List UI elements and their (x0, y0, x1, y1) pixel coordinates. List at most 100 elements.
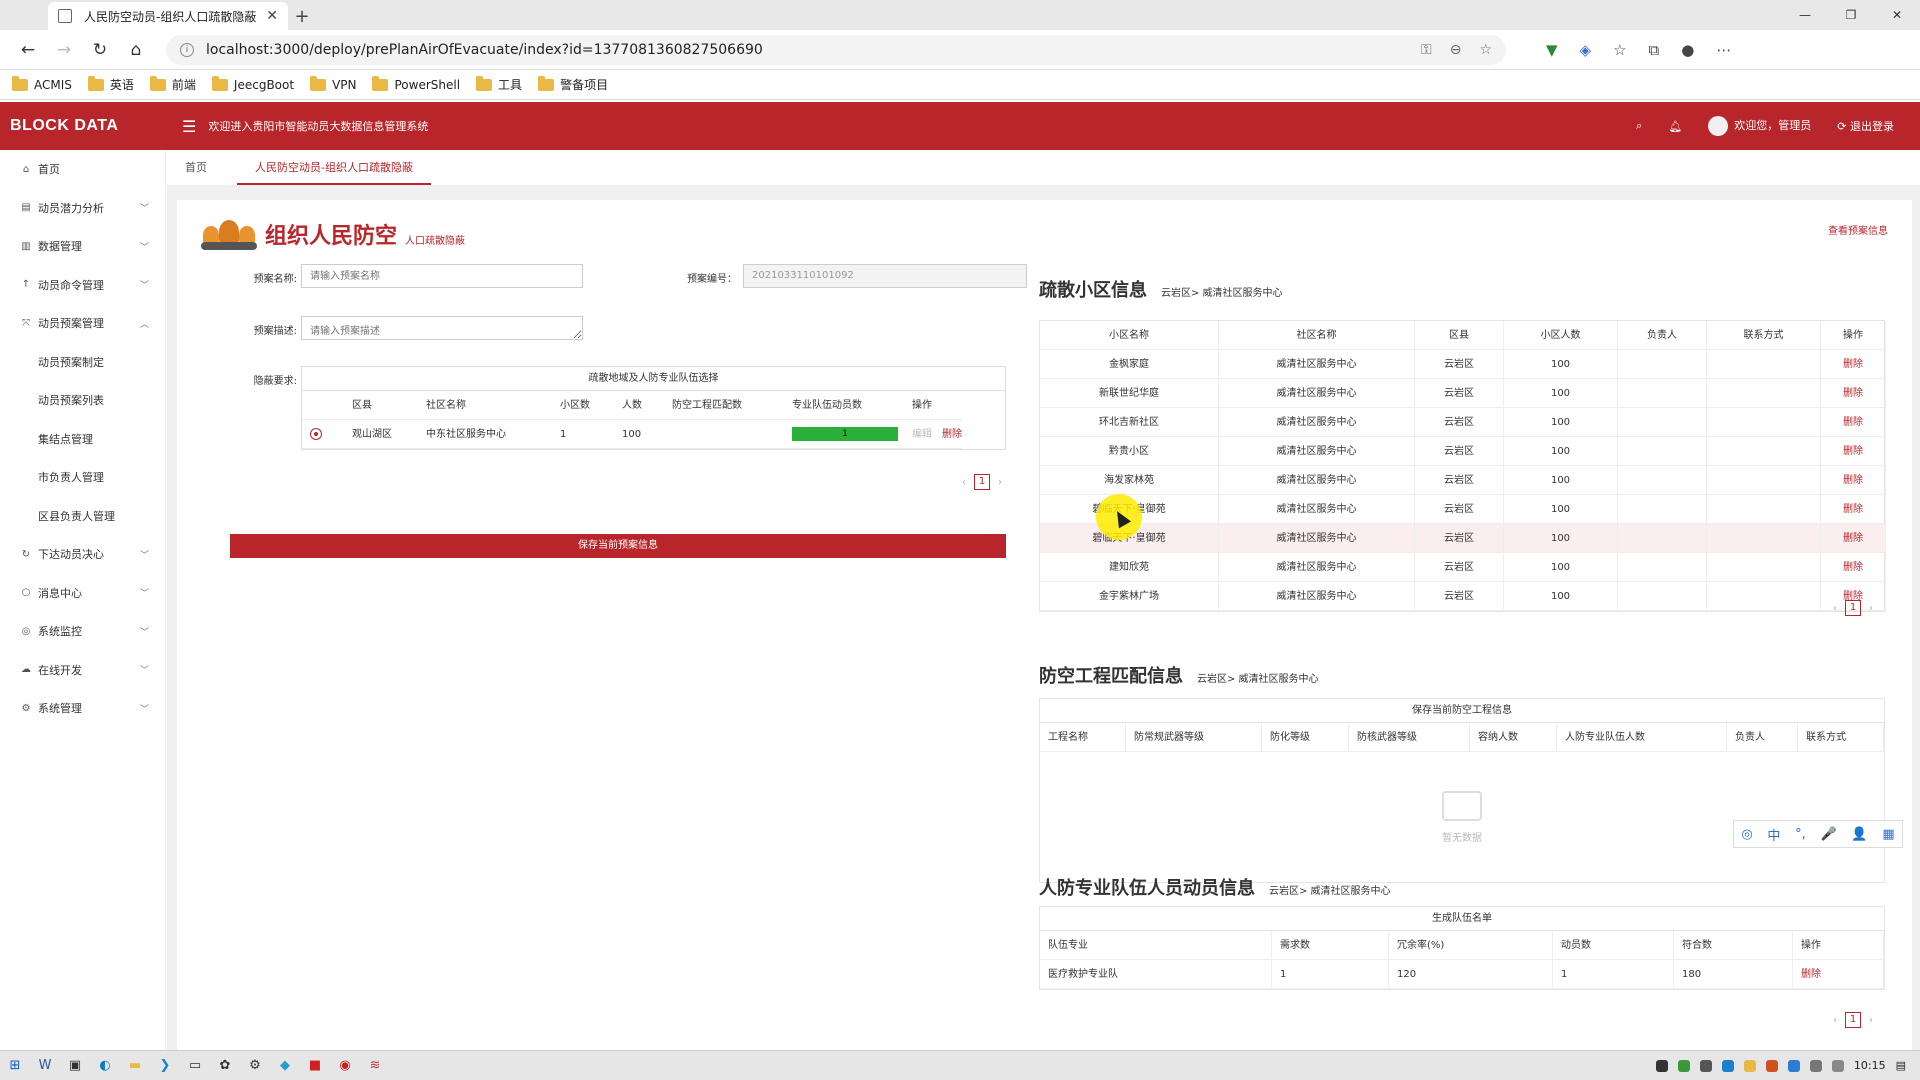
sidebar-item[interactable]: ☁ 在线开发 ﹀ (0, 651, 165, 690)
tab-current[interactable]: 人民防空动员-组织人口疏散隐蔽 (237, 159, 431, 185)
app-ide-icon[interactable]: ▣ (60, 1051, 90, 1080)
delete-link[interactable]: 删除 (1821, 466, 1886, 495)
network-icon[interactable] (1809, 1059, 1822, 1072)
ime-button[interactable]: °, (1795, 827, 1806, 842)
tray-icon[interactable] (1743, 1059, 1756, 1072)
tray-icon[interactable] (1699, 1059, 1712, 1072)
key-icon[interactable]: ⚿ (1421, 42, 1432, 58)
sidebar-item[interactable]: ⤧ 动员预案管理 ︿ (0, 304, 165, 343)
bookmark-item[interactable]: 警备项目 (538, 75, 608, 93)
windows-start-icon[interactable]: ⊞ (0, 1051, 30, 1080)
prev-page-icon[interactable]: ‹ (1833, 603, 1837, 614)
sidebar-item[interactable]: ▥ 数据管理 ﹀ (0, 227, 165, 266)
radio-cell[interactable] (302, 420, 344, 449)
bookmark-item[interactable]: JeecgBoot (211, 75, 294, 92)
next-page-icon[interactable]: › (998, 477, 1002, 488)
ime-button[interactable]: 中 (1767, 825, 1780, 844)
bell-icon[interactable]: 🔔︎ (1668, 120, 1682, 133)
favorite-icon[interactable]: ☆ (1479, 42, 1492, 58)
back-icon[interactable]: ← (10, 34, 46, 66)
sidebar-item[interactable]: ↻ 下达动员决心 ﹀ (0, 535, 165, 574)
bookmark-item[interactable]: 英语 (87, 75, 134, 93)
teams-caption[interactable]: 生成队伍名单 (1040, 907, 1884, 931)
engineering-caption[interactable]: 保存当前防空工程信息 (1040, 699, 1884, 723)
sidebar-item[interactable]: ▤ 动员潜力分析 ﹀ (0, 189, 165, 228)
home-browser-icon[interactable]: ⌂ (118, 34, 154, 66)
prev-page-icon[interactable]: ‹ (1833, 1015, 1837, 1026)
bluetooth-icon[interactable] (1787, 1059, 1800, 1072)
sidebar-item[interactable]: 动员预案制定 (0, 343, 165, 382)
profile-icon[interactable]: ● (1681, 41, 1694, 59)
extension-icon[interactable]: ▼ (1546, 41, 1558, 59)
forward-icon[interactable]: → (46, 34, 82, 66)
edit-link[interactable]: 编辑 (912, 429, 932, 440)
next-page-icon[interactable]: › (1869, 1015, 1873, 1026)
menu-toggle-icon[interactable]: ☰ (182, 117, 196, 136)
page-number[interactable]: 1 (1845, 1012, 1861, 1028)
sidebar-item[interactable]: ◎ 系统监控 ﹀ (0, 612, 165, 651)
new-tab-button[interactable]: + (288, 2, 316, 30)
app-icon-9[interactable]: ◆ (270, 1051, 300, 1080)
bookmark-item[interactable]: ACMIS (12, 75, 72, 92)
collections-icon[interactable]: ⧉ (1649, 41, 1660, 59)
bookmark-item[interactable]: 前端 (149, 75, 196, 93)
tray-icon[interactable] (1655, 1059, 1668, 1072)
search-icon[interactable]: ⌕ (1636, 119, 1642, 133)
tray-icon[interactable] (1677, 1059, 1690, 1072)
prev-page-icon[interactable]: ‹ (962, 477, 966, 488)
notification-icon[interactable]: ▤ (1896, 1059, 1906, 1072)
app-vscode-icon[interactable]: ❯ (150, 1051, 180, 1080)
sidebar-item[interactable]: 市负责人管理 (0, 458, 165, 497)
radio-button[interactable] (310, 428, 322, 440)
ifly-logo-icon[interactable]: ◎ (1741, 827, 1752, 842)
browser-tab[interactable]: 人民防空动员-组织人口疏散隐蔽 ✕ (48, 2, 288, 30)
plan-desc-textarea[interactable] (301, 316, 583, 340)
sidebar-item[interactable]: 区县负责人管理 (0, 497, 165, 536)
app-edge-icon[interactable]: ◐ (90, 1051, 120, 1080)
zoom-icon[interactable]: ⊖ (1450, 42, 1462, 58)
reload-icon[interactable]: ↻ (82, 34, 118, 66)
info-icon[interactable]: i (180, 42, 194, 57)
ime-button[interactable]: ▦ (1882, 827, 1894, 842)
extension-badge-icon[interactable]: ◈ (1580, 41, 1592, 59)
sidebar-item[interactable]: 动员预案列表 (0, 381, 165, 420)
ime-button[interactable]: 🎤 (1821, 827, 1837, 842)
app-terminal-icon[interactable]: ▭ (180, 1051, 210, 1080)
next-page-icon[interactable]: › (1869, 603, 1873, 614)
app-icon-12[interactable]: ≋ (360, 1051, 390, 1080)
tray-icon[interactable] (1765, 1059, 1778, 1072)
bookmark-item[interactable]: PowerShell (372, 75, 460, 92)
page-number[interactable]: 1 (1845, 600, 1861, 616)
delete-link[interactable]: 删除 (1821, 408, 1886, 437)
sidebar-item[interactable]: 集结点管理 (0, 420, 165, 459)
delete-link[interactable]: 删除 (1821, 495, 1886, 524)
app-icon-7[interactable]: ✿ (210, 1051, 240, 1080)
delete-link[interactable]: 删除 (1821, 437, 1886, 466)
app-icon-11[interactable]: ◉ (330, 1051, 360, 1080)
app-settings-icon[interactable]: ⚙ (240, 1051, 270, 1080)
sidebar-item[interactable]: ↑ 动员命令管理 ﹀ (0, 266, 165, 305)
delete-link[interactable]: 删除 (1821, 379, 1886, 408)
app-explorer-icon[interactable]: ▬ (120, 1051, 150, 1080)
bookmark-item[interactable]: VPN (310, 75, 356, 92)
bookmark-item[interactable]: 工具 (476, 75, 522, 93)
url-field[interactable]: i localhost:3000/deploy/prePlanAirOfEvac… (166, 34, 1506, 65)
clock[interactable]: 10:15 (1854, 1059, 1886, 1072)
delete-link[interactable]: 删除 (1793, 960, 1884, 989)
delete-link[interactable]: 删除 (1821, 553, 1886, 582)
page-number[interactable]: 1 (974, 474, 990, 490)
save-plan-button[interactable]: 保存当前预案信息 (230, 534, 1006, 558)
app-icon-10[interactable]: ■ (300, 1051, 330, 1080)
delete-link[interactable]: 删除 (942, 429, 962, 440)
sidebar-item[interactable]: ○ 消息中心 ﹀ (0, 574, 165, 613)
more-icon[interactable]: ⋯ (1716, 41, 1731, 59)
tab-home[interactable]: 首页 (167, 159, 225, 185)
plan-name-input[interactable] (301, 264, 583, 288)
ime-button[interactable]: 👤 (1851, 827, 1867, 842)
logout-button[interactable]: ⟳ 退出登录 (1837, 118, 1894, 134)
favorites-icon[interactable]: ☆ (1613, 41, 1626, 59)
volume-icon[interactable] (1831, 1059, 1844, 1072)
restore-icon[interactable]: ❐ (1828, 0, 1874, 30)
delete-link[interactable]: 删除 (1821, 524, 1886, 553)
tray-icon[interactable] (1721, 1059, 1734, 1072)
